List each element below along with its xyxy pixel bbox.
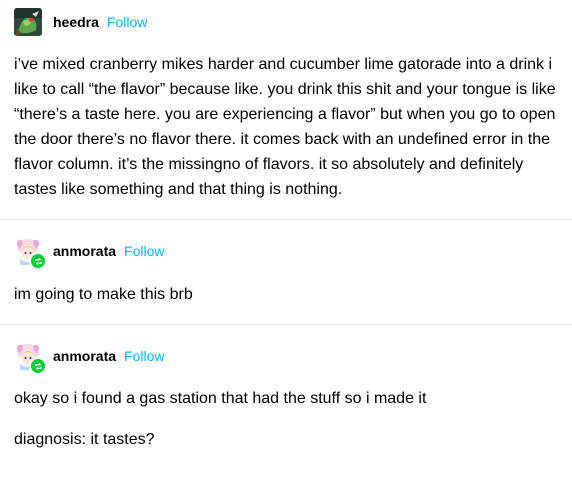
post-header: anmorata Follow bbox=[14, 342, 563, 375]
post-header: anmorata Follow bbox=[14, 237, 563, 270]
post-body: i’ve mixed cranberry mikes harder and cu… bbox=[14, 56, 556, 198]
reblog-icon bbox=[29, 357, 47, 375]
post-heedra: heedra Follow i’ve mixed cranberry mikes… bbox=[0, 0, 572, 202]
post-anmorata-1: anmorata Follow im going to make this br… bbox=[0, 220, 572, 307]
reblog-icon bbox=[29, 252, 47, 270]
username[interactable]: anmorata bbox=[53, 243, 116, 259]
avatar-image bbox=[14, 8, 42, 36]
follow-button[interactable]: Follow bbox=[124, 243, 164, 259]
follow-button[interactable]: Follow bbox=[124, 348, 164, 364]
post-body: im going to make this brb bbox=[14, 286, 193, 303]
follow-button[interactable]: Follow bbox=[107, 14, 147, 30]
post-body-paragraph: diagnosis: it tastes? bbox=[14, 431, 155, 448]
post-anmorata-2: anmorata Follow okay so i found a gas st… bbox=[0, 325, 572, 452]
avatar-anmorata[interactable] bbox=[14, 342, 47, 375]
avatar-anmorata[interactable] bbox=[14, 237, 47, 270]
username[interactable]: heedra bbox=[53, 14, 99, 30]
post-body-paragraph: okay so i found a gas station that had t… bbox=[14, 390, 427, 407]
post-header: heedra Follow bbox=[14, 8, 563, 36]
avatar-heedra[interactable] bbox=[14, 8, 42, 36]
username[interactable]: anmorata bbox=[53, 348, 116, 364]
